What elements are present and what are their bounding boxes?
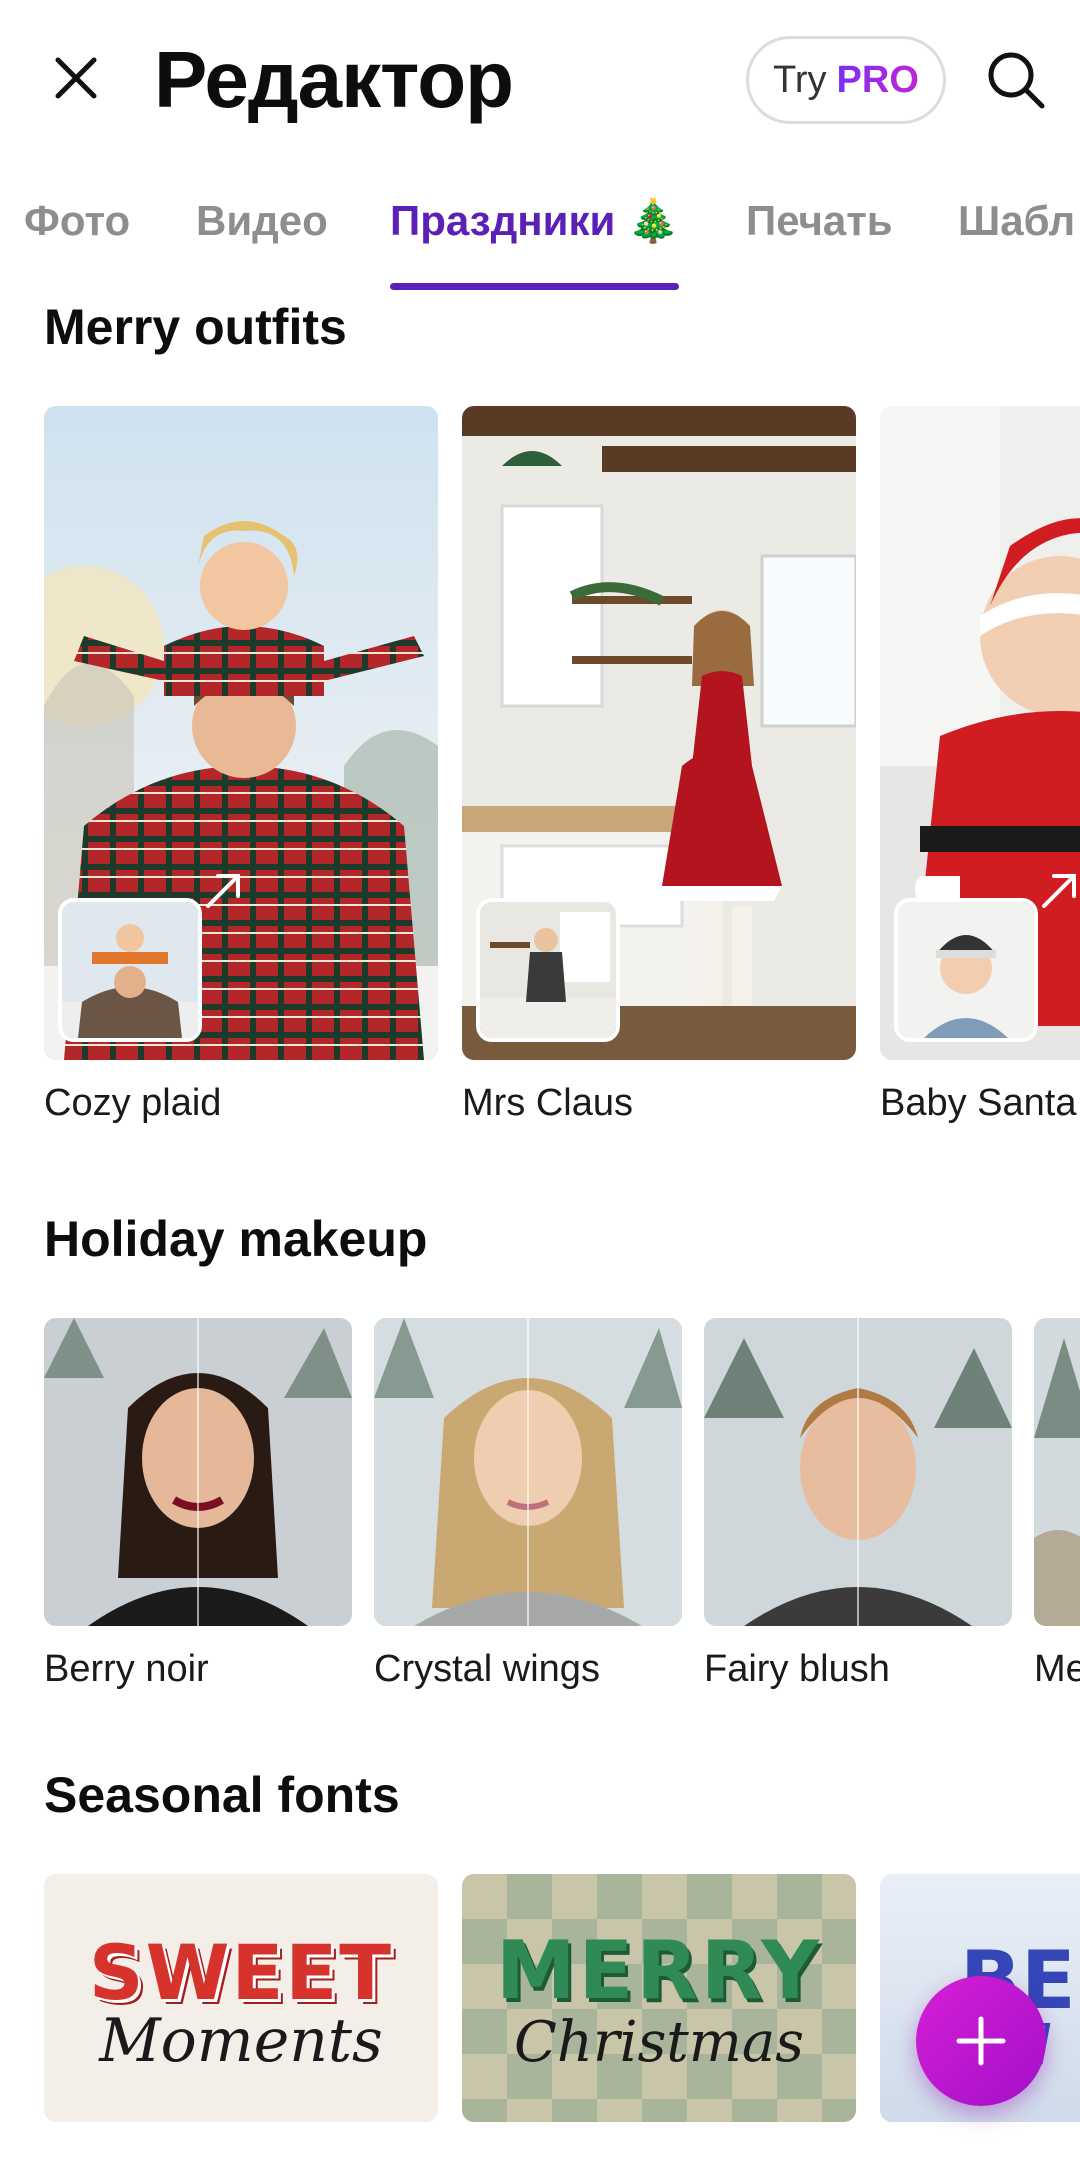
category-tabs: Фото Видео Праздники 🎄 Печать Шабл [0,190,1080,290]
close-icon [55,57,97,99]
makeup-card-berry-noir[interactable]: Berry noir [44,1318,352,1691]
makeup-label: Crystal wings [374,1648,600,1690]
makeup-card-partial[interactable]: Me [1034,1318,1080,1691]
makeup-card-fairy-blush[interactable]: Fairy blush [704,1318,1012,1691]
add-button[interactable] [916,1976,1046,2106]
tab-holidays[interactable]: Праздники 🎄 [390,190,680,290]
outfit-label: Baby Santa [880,1082,1077,1124]
font-card-sweet-moments[interactable]: SWEET Moments [44,1874,438,2122]
font-big-text: MERRY [495,1924,822,2017]
font-thumbnail: MERRY Christmas [462,1874,856,2122]
original-thumbnail [476,898,620,1042]
fairy-blush-image [704,1318,1012,1626]
berry-noir-image [44,1318,352,1626]
page-title: Редактор [154,35,514,124]
close-button[interactable] [44,46,108,110]
transform-arrow-icon [624,874,658,908]
transform-arrow-icon [1042,874,1076,908]
outfit-label: Cozy plaid [44,1082,222,1124]
makeup-row: Berry noir Crystal wings Fairy blush Me [0,1318,1080,1718]
makeup-card-crystal-wings[interactable]: Crystal wings [374,1318,682,1691]
editor-screen: Редактор Try PRO Фото Видео Праздники 🎄 … [0,0,1080,2158]
fonts-row: SWEET Moments MERRY Christmas BE ard [0,1874,1080,2124]
try-label: Try [773,58,827,101]
outfit-label: Mrs Claus [462,1082,634,1124]
makeup-thumbnail [704,1318,1012,1626]
makeup-label: Me [1034,1648,1080,1690]
makeup-label: Berry noir [44,1648,209,1690]
font-script-text: Moments [99,2006,383,2076]
tab-print[interactable]: Печать [746,190,893,290]
section-title-seasonal-fonts: Seasonal fonts [44,1767,400,1823]
section-title-holiday-makeup: Holiday makeup [44,1211,428,1267]
makeup-thumbnail [374,1318,682,1626]
tab-templates[interactable]: Шабл [958,190,1075,290]
outfits-row: Cozy plaid Mrs Claus Baby Santa [0,406,1080,1146]
search-button[interactable] [980,44,1052,116]
outfit-card-cozy-plaid[interactable]: Cozy plaid [44,406,438,1125]
font-script-text: Christmas [513,2010,805,2075]
original-thumbnail [58,898,202,1042]
outfit-card-baby-santa[interactable]: Baby Santa [880,406,1080,1125]
font-thumbnail: SWEET Moments [44,1874,438,2122]
tab-photo[interactable]: Фото [24,190,130,290]
outfit-thumbnail [44,406,438,1060]
search-icon [988,52,1045,109]
outfit-thumbnail [462,406,856,1060]
plus-icon [956,2016,1006,2066]
top-bar: Редактор Try PRO [0,0,1080,170]
tab-video[interactable]: Видео [196,190,328,290]
font-big-text: SWEET [88,1928,394,2017]
font-card-merry-christmas[interactable]: MERRY Christmas [462,1874,856,2122]
crystal-wings-image [374,1318,682,1626]
original-thumbnail [894,898,1038,1042]
makeup-thumbnail [1034,1318,1080,1626]
outfit-card-mrs-claus[interactable]: Mrs Claus [462,406,856,1125]
partial-makeup-image [1034,1318,1080,1626]
section-title-merry-outfits: Merry outfits [44,299,347,355]
try-pro-button[interactable]: Try PRO [746,36,946,124]
makeup-thumbnail [44,1318,352,1626]
pro-label: PRO [836,58,919,101]
transform-arrow-icon [206,874,240,908]
outfit-thumbnail [880,406,1080,1060]
makeup-label: Fairy blush [704,1648,890,1690]
